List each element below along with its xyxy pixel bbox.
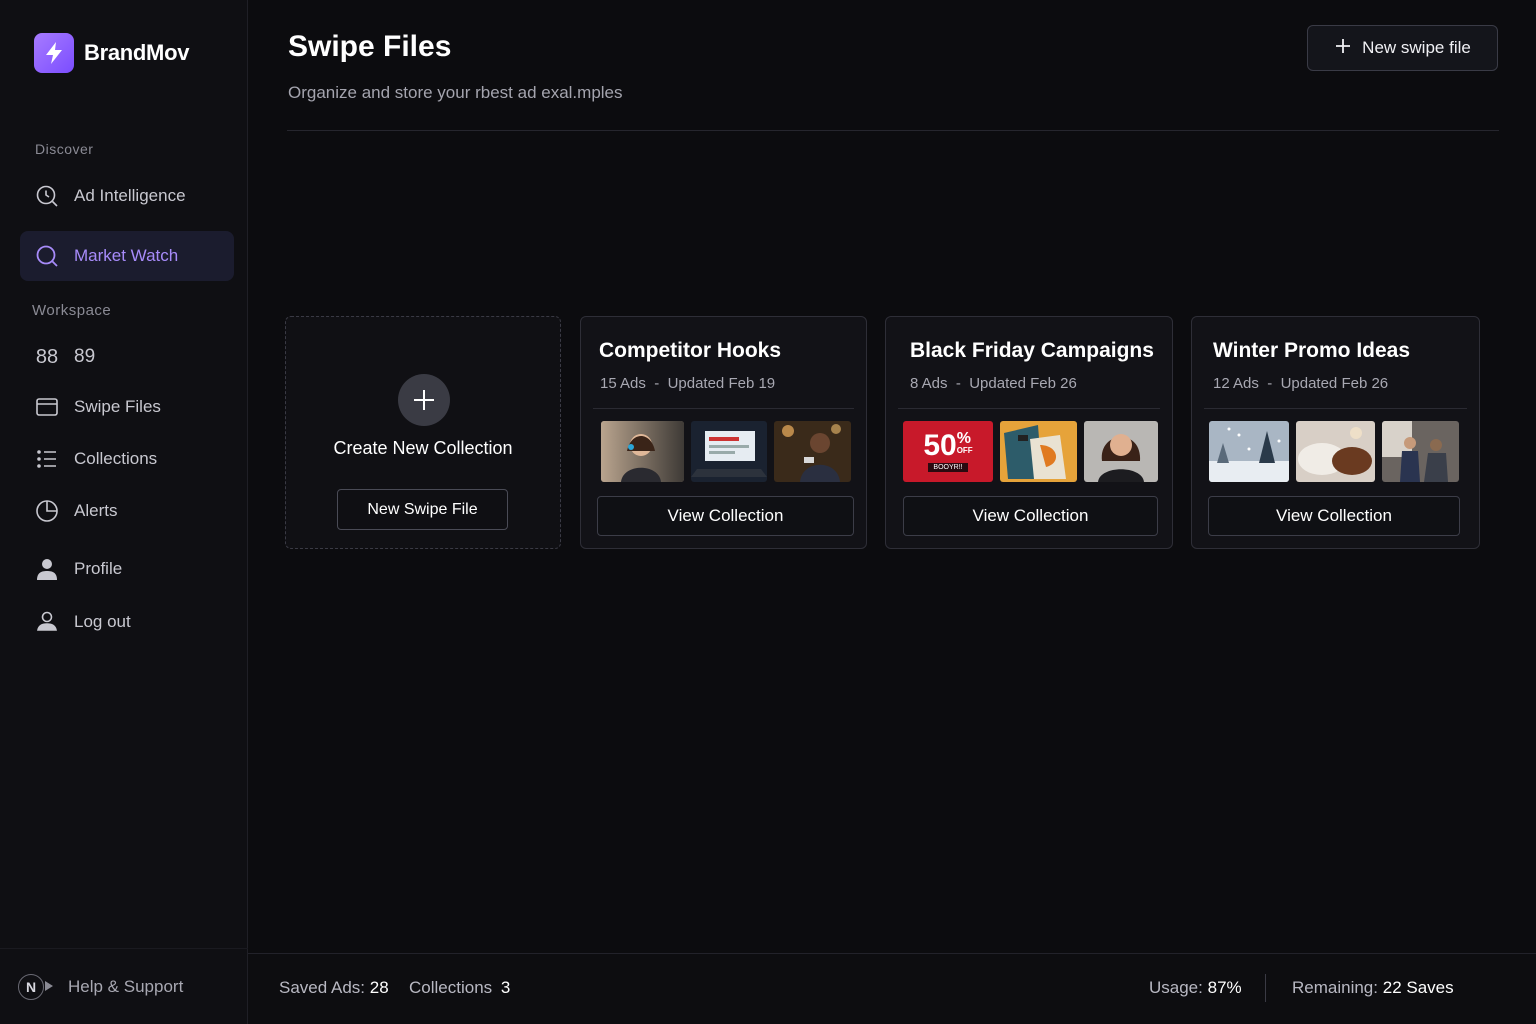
collection-title: Competitor Hooks	[599, 339, 782, 362]
thumbnail-snowy-forest[interactable]	[1209, 421, 1289, 482]
sidebar-item-label: Swipe Files	[74, 397, 161, 416]
sidebar-item-label: Profile	[74, 559, 123, 578]
sale-big: 50	[923, 429, 957, 462]
brand-name: BrandMov	[84, 40, 190, 65]
sidebar-item-label: Alerts	[74, 501, 118, 520]
collections-value: 3	[500, 978, 511, 997]
help-support[interactable]: N Help & Support	[0, 948, 248, 1024]
logout-icon	[34, 609, 60, 635]
help-badge: N	[18, 973, 53, 1000]
create-collection-card[interactable]: Create New Collection New Swipe File	[285, 316, 561, 549]
collections-stat: Collections 3	[409, 978, 510, 998]
new-swipe-file-label: New swipe file	[1362, 38, 1471, 57]
usage-label: Usage:	[1149, 978, 1203, 997]
collection-meta: 15 Ads - Updated Feb 19	[600, 375, 775, 392]
new-swipe-file-card-button[interactable]: New Swipe File	[337, 489, 508, 530]
collection-meta: 12 Ads - Updated Feb 26	[1213, 375, 1388, 392]
create-collection-label: Create New Collection	[333, 438, 513, 458]
sale-percent: %	[956, 430, 971, 447]
sidebar-item-log-out[interactable]: Log out	[20, 597, 234, 647]
sale-off: OFF	[956, 446, 973, 455]
sidebar-item-label: Log out	[74, 612, 131, 631]
remaining-value: 22 Saves	[1382, 978, 1454, 997]
collection-meta: 8 Ads - Updated Feb 26	[910, 375, 1077, 392]
thumbnail-cozy-knit[interactable]	[1296, 421, 1375, 482]
thumbnail-laptop-screen[interactable]	[691, 421, 767, 482]
pie-clock-icon	[34, 498, 60, 524]
meta-separator: -	[1263, 375, 1277, 392]
plus-icon[interactable]	[398, 374, 450, 426]
footer-stats-bar: Saved Ads: 28 Collections 3 Usage: 87% R…	[248, 953, 1536, 1024]
section-label-discover: Discover	[35, 141, 94, 157]
sidebar-item-89[interactable]: 88 89	[20, 332, 234, 382]
view-collection-button[interactable]: View Collection	[903, 496, 1158, 536]
view-collection-button[interactable]: View Collection	[597, 496, 854, 536]
saved-ads-stat: Saved Ads: 28	[279, 978, 389, 998]
list-icon	[34, 446, 60, 472]
card-divider	[593, 408, 854, 409]
footer-divider	[1265, 974, 1266, 1002]
sidebar-item-swipe-files[interactable]: Swipe Files	[20, 382, 234, 432]
lightning-bolt-icon	[34, 33, 74, 73]
sidebar-item-label: Ad Intelligence	[74, 186, 186, 205]
usage-stat: Usage: 87%	[1149, 978, 1242, 998]
sidebar-item-alerts[interactable]: Alerts	[20, 486, 234, 536]
thumbnail-man-phone[interactable]	[774, 421, 851, 482]
collection-card-black-friday[interactable]: Black Friday Campaigns 8 Ads - Updated F…	[885, 316, 1173, 549]
new-swipe-file-button[interactable]: New swipe file	[1307, 25, 1498, 71]
meta-separator: -	[951, 375, 966, 392]
user-icon	[34, 556, 60, 582]
card-divider	[898, 408, 1160, 409]
sidebar-item-profile[interactable]: Profile	[20, 544, 234, 594]
clock-search-icon	[34, 183, 60, 209]
collection-updated: Updated Feb 19	[667, 375, 776, 392]
thumbnail-woman-portrait[interactable]	[1084, 421, 1158, 482]
sidebar-item-market-watch[interactable]: Market Watch	[20, 231, 234, 281]
sidebar: BrandMov Discover Ad Intelligence Market…	[0, 0, 248, 1024]
brand[interactable]: BrandMov	[34, 33, 189, 73]
thumbnail-people-sitting[interactable]	[1382, 421, 1459, 482]
section-label-workspace: Workspace	[32, 302, 112, 319]
page-subtitle: Organize and store your rbest ad exal.mp…	[288, 83, 623, 102]
folder-icon	[34, 394, 60, 420]
collection-card-competitor-hooks[interactable]: Competitor Hooks 15 Ads - Updated Feb 19…	[580, 316, 867, 549]
eighty-nine-icon: 88	[35, 345, 59, 368]
plus-icon	[1334, 37, 1352, 60]
sale-headline: 50 % OFF	[923, 431, 972, 461]
collection-ad-count: 12 Ads	[1213, 375, 1259, 392]
meta-separator: -	[650, 375, 664, 392]
sidebar-item-label: Collections	[74, 449, 158, 468]
thumbnail-shopping-bags[interactable]	[1000, 421, 1077, 482]
collection-card-winter-promo[interactable]: Winter Promo Ideas 12 Ads - Updated Feb …	[1191, 316, 1480, 549]
usage-value: 87%	[1207, 978, 1242, 997]
remaining-stat: Remaining: 22 Saves	[1292, 978, 1454, 998]
collection-ad-count: 8 Ads	[910, 375, 948, 392]
sale-tag: BOOYR!!	[928, 463, 968, 472]
remaining-label: Remaining:	[1292, 978, 1378, 997]
saved-ads-value: 28	[369, 978, 389, 997]
thumbnail-sale-50-off[interactable]: 50 % OFF BOOYR!!	[903, 421, 993, 482]
thumbnail-woman-headset[interactable]	[601, 421, 684, 482]
collection-title: Winter Promo Ideas	[1213, 339, 1411, 362]
sidebar-item-ad-intelligence[interactable]: Ad Intelligence	[20, 171, 234, 221]
sidebar-item-label: Market Watch	[74, 246, 179, 265]
collection-title: Black Friday Campaigns	[910, 339, 1154, 362]
collections-label: Collections	[409, 978, 493, 997]
collection-ad-count: 15 Ads	[600, 375, 646, 392]
sidebar-item-collections[interactable]: Collections	[20, 434, 234, 484]
collection-updated: Updated Feb 26	[1280, 375, 1389, 392]
header-divider	[287, 130, 1499, 131]
page-title: Swipe Files	[288, 30, 452, 63]
card-divider	[1204, 408, 1467, 409]
sidebar-item-label: 89	[74, 346, 96, 367]
help-label: Help & Support	[68, 976, 184, 996]
collection-updated: Updated Feb 26	[969, 375, 1077, 392]
view-collection-button[interactable]: View Collection	[1208, 496, 1460, 536]
sale-suffix: % OFF	[957, 431, 973, 455]
search-icon	[34, 243, 60, 269]
saved-ads-label: Saved Ads:	[279, 978, 366, 997]
